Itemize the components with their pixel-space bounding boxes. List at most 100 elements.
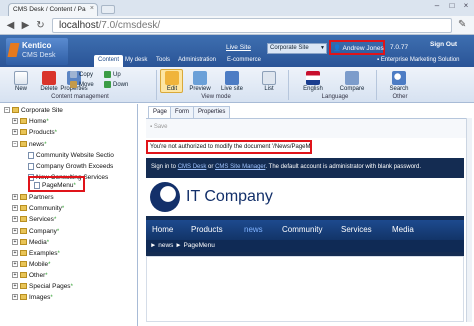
tab-page[interactable]: Page [148,106,173,118]
tree-root[interactable]: − Corporate Site [4,107,63,116]
compare-button[interactable]: Compare [336,71,368,92]
tree-node-other[interactable]: + Other* [12,272,48,281]
site-content-area [146,256,464,322]
expand-icon[interactable]: + [12,216,18,223]
tab-properties[interactable]: Properties [193,106,231,118]
expand-icon[interactable]: + [12,118,18,125]
tree-node-products[interactable]: + Products* [12,129,57,138]
site-select-value: Corporate Site [270,45,309,51]
tab-e-commerce[interactable]: E-commerce [223,55,265,67]
preview-button[interactable]: Preview [187,71,213,92]
folder-icon [20,205,27,212]
live-site-link[interactable]: Live Site [226,44,251,51]
tree-node-label: news [29,141,45,148]
copy-icon [70,71,77,78]
edit-button[interactable]: Edit [161,71,183,92]
url-path: /7.0/cmsdesk/ [98,20,161,31]
site-nav-media[interactable]: Media [392,225,414,234]
tab-form[interactable]: Form [170,106,194,118]
expand-icon[interactable]: + [12,239,18,246]
language-select[interactable]: English [297,71,329,92]
tree-node-news-item[interactable]: Community Website Sectio [28,152,114,161]
tree-node-company[interactable]: + Company* [12,228,59,237]
tab-my-desk[interactable]: My desk [121,55,151,67]
tree-node-partners[interactable]: + Partners [12,194,54,203]
expand-icon[interactable]: + [12,129,18,136]
collapse-icon[interactable]: − [4,107,10,114]
site-nav-home[interactable]: Home [152,225,173,234]
back-icon[interactable]: ◀ [4,19,17,32]
move-button[interactable]: Move [70,81,94,88]
language-label: English [303,86,323,92]
copy-button[interactable]: Copy [70,71,93,78]
tab-content[interactable]: Content [94,55,124,67]
site-logo-text[interactable]: IT Company [186,188,273,206]
browser-tab[interactable]: CMS Desk / Content / Pa × [8,3,98,16]
tree-node-home[interactable]: + Home* [12,118,49,127]
sign-out-button[interactable]: Sign Out [430,41,457,48]
save-button[interactable]: ▪ Save [150,124,168,130]
expand-icon[interactable]: + [12,283,18,290]
folder-icon [20,141,27,148]
expand-icon[interactable]: + [12,228,18,235]
up-button[interactable]: Up [104,71,121,78]
site-nav-products[interactable]: Products [191,225,223,234]
delete-button[interactable]: Delete [38,71,60,92]
expand-icon[interactable]: + [12,261,18,268]
close-tab-icon[interactable]: × [90,5,94,12]
current-user[interactable]: 👤 Andrew Jones [329,40,385,55]
new-document-icon [14,71,28,85]
tab-administration[interactable]: Administration [174,55,220,67]
expand-icon[interactable]: + [12,205,18,212]
wrench-icon[interactable]: ✎ [458,19,466,30]
tree-node-images[interactable]: + Images* [12,294,53,303]
published-icon: * [46,240,50,246]
move-label: Move [79,82,94,89]
new-tab-button[interactable] [101,5,115,14]
vertical-scrollbar[interactable] [466,118,472,322]
collapse-icon[interactable]: − [12,141,18,148]
tree-node-news[interactable]: − news* [12,141,47,150]
tree-node-label: Images [29,294,51,301]
expand-icon[interactable]: + [12,272,18,279]
tree-node-services[interactable]: + Services* [12,216,56,225]
view-mode-group: View mode [201,94,231,100]
tree-node-community[interactable]: + Community* [12,205,64,214]
tree-node-special-pages[interactable]: + Special Pages* [12,283,73,292]
reload-icon[interactable]: ↻ [34,19,47,32]
new-button[interactable]: New [10,71,32,92]
expand-icon[interactable]: + [12,294,18,301]
save-label: Save [153,124,168,130]
tree-node-mobile[interactable]: + Mobile* [12,261,51,270]
folder-icon [20,250,27,257]
forward-icon[interactable]: ▶ [19,19,32,32]
close-window-icon[interactable]: × [459,1,473,11]
site-nav-news[interactable]: news [244,225,263,234]
site-manager-link[interactable]: CMS Site Manager [215,164,265,170]
expand-icon[interactable]: + [12,250,18,257]
tree-node-news-item[interactable]: Company Growth Exceeds [28,163,113,172]
move-icon [70,81,77,88]
search-button[interactable]: Search [385,71,413,92]
folder-icon [20,228,27,235]
list-button[interactable]: List [258,71,280,92]
down-button[interactable]: Down [104,81,128,88]
save-icon: ▪ [150,124,153,130]
arrow-up-icon [104,71,111,78]
minimize-icon[interactable]: – [430,1,444,11]
live-site-button[interactable]: Live site [218,71,246,92]
site-select[interactable]: Corporate Site ▼ [267,43,327,54]
site-icon [12,107,19,114]
tab-tools[interactable]: Tools [152,55,174,67]
url-field[interactable]: localhost/7.0/cmsdesk/ [52,18,452,33]
site-nav-services[interactable]: Services [341,225,372,234]
cms-desk-link[interactable]: CMS Desk [178,164,207,170]
site-nav-community[interactable]: Community [282,225,322,234]
kentico-logo[interactable]: Kentico CMS Desk [6,38,68,65]
delete-label: Delete [40,86,58,92]
tree-root-label: Corporate Site [21,107,63,114]
tree-node-examples[interactable]: + Examples* [12,250,60,259]
maximize-icon[interactable]: □ [445,1,459,11]
tree-node-media[interactable]: + Media* [12,239,49,248]
expand-icon[interactable]: + [12,194,18,201]
